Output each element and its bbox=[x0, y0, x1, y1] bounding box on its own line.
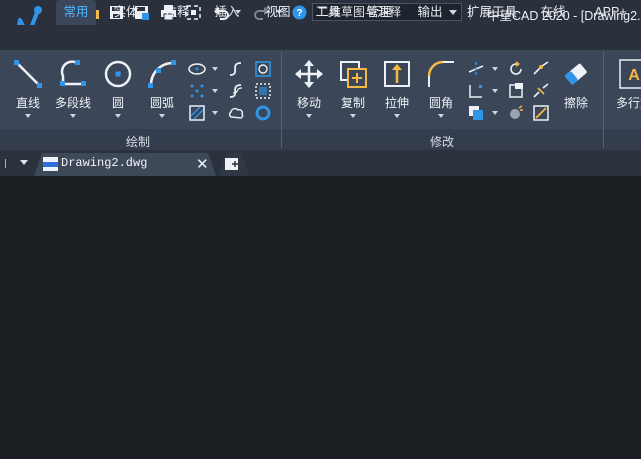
trim-dropdown-icon[interactable] bbox=[492, 67, 498, 71]
move-label: 移动 bbox=[296, 96, 321, 110]
rotate-icon[interactable] bbox=[507, 60, 525, 78]
fillet-label: 圆角 bbox=[428, 96, 453, 110]
modify-group-label: 修改 bbox=[430, 135, 455, 149]
close-icon[interactable]: ✕ bbox=[196, 155, 209, 173]
tab-output[interactable]: 输出 bbox=[410, 0, 450, 25]
mtext-label: 多行文 bbox=[615, 96, 641, 110]
tab-solid[interactable]: 实体 bbox=[106, 0, 146, 25]
line-icon bbox=[14, 60, 42, 88]
mtext-icon: A bbox=[619, 59, 641, 89]
divider bbox=[5, 159, 6, 168]
tab-home[interactable]: 常用 bbox=[56, 0, 96, 25]
stretch-button[interactable]: 拉伸 bbox=[375, 58, 419, 118]
chevron-down-icon bbox=[394, 114, 400, 118]
erase-label: 擦除 bbox=[563, 96, 588, 110]
group-divider bbox=[603, 52, 604, 148]
line-button[interactable]: 直线 bbox=[6, 58, 50, 118]
tab-insert[interactable]: 插入 bbox=[207, 0, 247, 25]
mtext-button[interactable]: A 多行文 bbox=[612, 58, 641, 111]
region-icon[interactable] bbox=[254, 60, 272, 78]
tab-manage[interactable]: 管理 bbox=[359, 0, 399, 25]
chevron-down-icon bbox=[159, 114, 165, 118]
copy-icon bbox=[340, 61, 367, 88]
circle-label: 圆 bbox=[111, 96, 124, 110]
revision-spline-icon[interactable] bbox=[227, 82, 245, 100]
draw-group-label: 绘制 bbox=[126, 135, 151, 149]
break-icon[interactable] bbox=[507, 104, 525, 122]
group-divider bbox=[281, 52, 282, 148]
line-label: 直线 bbox=[15, 96, 40, 110]
ribbon-tab-bar bbox=[0, 25, 641, 50]
trim-icon[interactable] bbox=[467, 60, 485, 78]
stretch-icon bbox=[384, 61, 410, 87]
move-icon bbox=[295, 60, 323, 88]
ellipse-icon[interactable] bbox=[188, 60, 206, 78]
arc-icon bbox=[148, 60, 176, 88]
edit-polyline-icon[interactable] bbox=[532, 104, 550, 122]
chevron-down-icon bbox=[115, 114, 121, 118]
stretch-label: 拉伸 bbox=[384, 96, 409, 110]
tab-online[interactable]: 在线 bbox=[533, 0, 573, 25]
offset-icon[interactable] bbox=[467, 104, 485, 122]
rectangle-array-icon[interactable] bbox=[467, 82, 485, 100]
tab-tools[interactable]: 工具 bbox=[308, 0, 348, 25]
arc-label: 圆弧 bbox=[149, 96, 174, 110]
document-tab-label: Drawing2.dwg bbox=[61, 156, 148, 170]
polyline-label: 多段线 bbox=[54, 96, 91, 110]
hatch-icon[interactable] bbox=[188, 104, 206, 122]
offset-dropdown-icon[interactable] bbox=[492, 111, 498, 115]
circle-icon bbox=[104, 60, 132, 88]
wipeout-icon[interactable] bbox=[254, 82, 272, 100]
ribbon-group-label-bar bbox=[0, 129, 641, 150]
tab-annotate[interactable]: 注释 bbox=[157, 0, 197, 25]
copy-button[interactable]: 复制 bbox=[331, 58, 375, 118]
erase-button[interactable]: 擦除 bbox=[554, 58, 598, 111]
chevron-down-icon bbox=[25, 114, 31, 118]
chevron-down-icon bbox=[306, 114, 312, 118]
hatch-dropdown-icon[interactable] bbox=[212, 111, 218, 115]
chevron-down-icon bbox=[438, 114, 444, 118]
join-icon[interactable] bbox=[532, 82, 550, 100]
dwg-file-icon bbox=[43, 157, 58, 171]
polyline-button[interactable]: 多段线 bbox=[51, 58, 95, 118]
chevron-down-icon bbox=[350, 114, 356, 118]
chevron-down-icon[interactable] bbox=[20, 160, 28, 165]
tab-extended-tools[interactable]: 扩展工具 bbox=[462, 0, 522, 25]
array-dropdown-icon[interactable] bbox=[492, 89, 498, 93]
point-dropdown-icon[interactable] bbox=[212, 89, 218, 93]
tab-app-plus[interactable]: APP+ bbox=[588, 0, 633, 25]
explode-icon[interactable] bbox=[507, 82, 525, 100]
ellipse-dropdown-icon[interactable] bbox=[212, 67, 218, 71]
drawing-canvas[interactable] bbox=[0, 176, 641, 459]
fillet-button[interactable]: 圆角 bbox=[419, 58, 463, 118]
donut-icon[interactable] bbox=[254, 104, 272, 122]
move-button[interactable]: 移动 bbox=[287, 58, 331, 118]
document-menu-button[interactable] bbox=[0, 150, 17, 176]
fillet-icon bbox=[427, 60, 454, 87]
svg-text:A: A bbox=[628, 67, 640, 84]
new-drawing-icon bbox=[225, 158, 238, 170]
revision-cloud-icon[interactable] bbox=[227, 104, 245, 122]
chevron-down-icon bbox=[70, 114, 76, 118]
spline-icon[interactable] bbox=[227, 60, 245, 78]
point-icon[interactable] bbox=[188, 82, 206, 100]
circle-button[interactable]: 圆 bbox=[96, 58, 140, 118]
polyline-icon bbox=[60, 60, 86, 86]
copy-label: 复制 bbox=[340, 96, 365, 110]
erase-icon bbox=[565, 63, 587, 85]
mirror-icon[interactable] bbox=[532, 60, 550, 78]
tab-view[interactable]: 视图 bbox=[258, 0, 298, 25]
arc-button[interactable]: 圆弧 bbox=[140, 58, 184, 118]
chevron-down-icon bbox=[449, 10, 457, 15]
